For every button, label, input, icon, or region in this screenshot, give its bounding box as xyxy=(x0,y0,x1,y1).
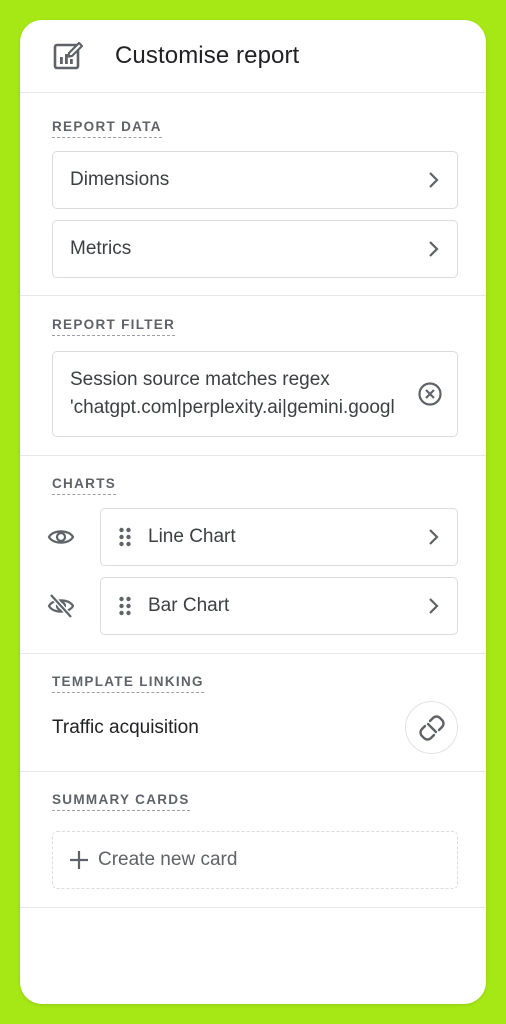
filter-text-line1: Session source matches regex xyxy=(70,369,330,390)
template-link-row: Traffic acquisition xyxy=(52,701,458,754)
create-new-card-label: Create new card xyxy=(98,849,238,870)
unlink-template-button[interactable] xyxy=(405,701,458,754)
line-chart-button[interactable]: Line Chart xyxy=(100,508,458,566)
create-new-card-button[interactable]: Create new card xyxy=(52,831,458,889)
line-chart-label: Line Chart xyxy=(148,526,236,547)
eye-icon[interactable] xyxy=(47,523,75,551)
chevron-right-icon xyxy=(429,241,439,257)
report-filter-card[interactable]: Session source matches regex 'chatgpt.co… xyxy=(52,351,458,437)
summary-cards-label: SUMMARY CARDS xyxy=(52,792,190,811)
filter-text-line2: 'chatgpt.com|perplexity.ai|gemini.googl xyxy=(70,397,395,418)
report-filter-label: REPORT FILTER xyxy=(52,317,176,336)
drag-handle-icon[interactable] xyxy=(118,527,132,547)
metrics-button[interactable]: Metrics xyxy=(52,220,458,278)
drag-handle-icon[interactable] xyxy=(118,596,132,616)
page-title: Customise report xyxy=(115,42,300,69)
charts-section: CHARTS Line Chart Bar Chart xyxy=(20,456,486,654)
template-name: Traffic acquisition xyxy=(52,716,199,738)
customise-report-panel: Customise report REPORT DATA Dimensions … xyxy=(20,20,486,1004)
clear-filter-icon[interactable] xyxy=(417,381,443,407)
chevron-right-icon xyxy=(429,529,439,545)
dimensions-button[interactable]: Dimensions xyxy=(52,151,458,209)
panel-header: Customise report xyxy=(20,20,486,93)
filter-description: Session source matches regex 'chatgpt.co… xyxy=(70,366,395,422)
charts-label: CHARTS xyxy=(52,476,117,495)
report-filter-section: REPORT FILTER Session source matches reg… xyxy=(20,296,486,456)
template-linking-section: TEMPLATE LINKING Traffic acquisition xyxy=(20,654,486,772)
bar-chart-label: Bar Chart xyxy=(148,595,230,616)
chevron-right-icon xyxy=(429,172,439,188)
chevron-right-icon xyxy=(429,598,439,614)
eye-off-icon[interactable] xyxy=(47,592,75,620)
bar-chart-button[interactable]: Bar Chart xyxy=(100,577,458,635)
edit-report-icon xyxy=(53,41,84,70)
dimensions-label: Dimensions xyxy=(70,169,170,190)
report-data-section: REPORT DATA Dimensions Metrics xyxy=(20,93,486,296)
link-off-icon xyxy=(418,714,445,741)
summary-cards-section: SUMMARY CARDS Create new card xyxy=(20,772,486,908)
plus-icon xyxy=(70,851,88,869)
template-linking-label: TEMPLATE LINKING xyxy=(52,674,204,693)
chart-row-line: Line Chart xyxy=(47,508,458,566)
chart-row-bar: Bar Chart xyxy=(47,577,458,635)
report-data-label: REPORT DATA xyxy=(52,119,162,138)
metrics-label: Metrics xyxy=(70,238,132,259)
